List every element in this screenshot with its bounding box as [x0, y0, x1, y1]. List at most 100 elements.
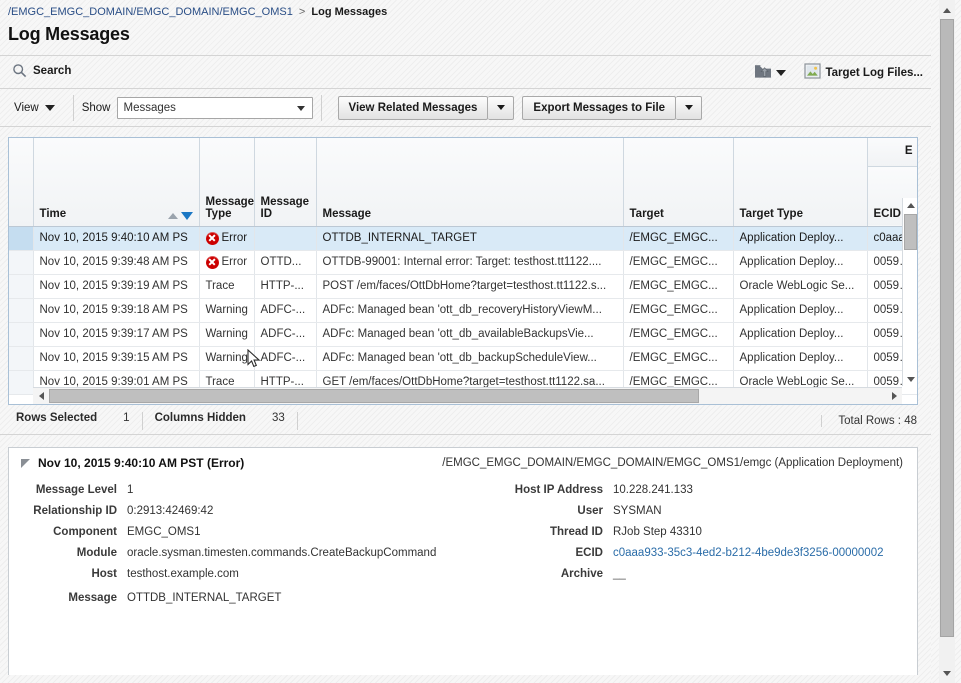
view-related-messages-button[interactable]: View Related Messages: [337, 95, 489, 120]
cell-message-id: ADFC-...: [254, 322, 317, 347]
message-type-label: Error: [221, 256, 248, 268]
show-label: Show: [81, 101, 111, 114]
cell-message: POST /em/faces/OttDbHome?target=testhost…: [316, 274, 624, 299]
column-header-message[interactable]: Message: [316, 138, 624, 227]
field-label-message: Message: [68, 592, 117, 604]
target-log-files-button[interactable]: Target Log Files...: [802, 61, 925, 84]
message-type-content: Error: [205, 231, 248, 245]
scroll-left-icon[interactable]: [33, 388, 49, 405]
search-toggle[interactable]: Search: [12, 63, 71, 78]
row-select-cell[interactable]: [9, 370, 34, 395]
export-messages-dropdown[interactable]: [676, 95, 703, 120]
scroll-down-icon[interactable]: [903, 372, 917, 386]
chevron-down-icon: [296, 105, 305, 111]
column-header-target-type[interactable]: Target Type: [733, 138, 868, 227]
field-value-module: oracle.sysman.timesten.commands.CreateBa…: [127, 547, 437, 559]
cell-target-type: Application Deploy...: [733, 322, 868, 347]
message-type-label: Error: [221, 232, 248, 244]
horizontal-scroll-track[interactable]: [49, 388, 886, 405]
cell-message-type: Error: [199, 250, 255, 275]
chevron-down-icon[interactable]: [776, 69, 787, 76]
table-row[interactable]: Nov 10, 2015 9:40:10 AM PS Error OTTDB_INT…: [9, 226, 917, 251]
cell-target-type: Application Deploy...: [733, 250, 868, 275]
horizontal-scroll-thumb[interactable]: [49, 388, 699, 403]
cell-message-type: Error: [199, 226, 255, 251]
field-label-relationship-id: Relationship ID: [33, 505, 117, 517]
scroll-right-icon[interactable]: [886, 388, 902, 405]
row-select-cell[interactable]: [9, 346, 34, 371]
action-row: Search Target Log Files...: [0, 55, 931, 89]
message-detail-title: Nov 10, 2015 9:40:10 AM PST (Error): [38, 456, 245, 470]
row-select-cell[interactable]: [9, 226, 34, 251]
field-label-host-ip-address: Host IP Address: [514, 484, 603, 496]
scroll-down-icon[interactable]: [939, 665, 955, 681]
sort-ascending-icon[interactable]: [167, 212, 178, 219]
cell-time: Nov 10, 2015 9:39:18 AM PS: [33, 298, 200, 323]
cell-message: ADFc: Managed bean 'ott_db_recoveryHisto…: [316, 298, 624, 323]
table-vertical-scrollbar[interactable]: [902, 198, 917, 386]
search-icon: [12, 63, 27, 78]
row-select-header: [9, 138, 34, 227]
field-value-component: EMGC_OMS1: [127, 526, 201, 538]
field-value-user: SYSMAN: [613, 505, 662, 517]
cell-message-type: Warning: [199, 346, 255, 371]
row-select-cell[interactable]: [9, 298, 34, 323]
column-header-time[interactable]: Time: [33, 138, 200, 227]
message-detail-header: Nov 10, 2015 9:40:10 AM PST (Error) /EMG…: [9, 448, 917, 476]
page-root: /EMGC_EMGC_DOMAIN/EMGC_DOMAIN/EMGC_OMS1 …: [0, 0, 931, 683]
field-value-thread-id: RJob Step 43310: [613, 526, 702, 538]
sort-descending-icon[interactable]: [180, 211, 193, 220]
page-scrollbar[interactable]: [931, 0, 961, 683]
table-row[interactable]: Nov 10, 2015 9:39:17 AM PS Warning ADFC-..…: [9, 322, 917, 347]
columns-hidden-status: Columns Hidden 33: [143, 411, 298, 430]
error-icon: [205, 255, 219, 269]
column-header-target[interactable]: Target: [623, 138, 734, 227]
toolbar-divider-2: [320, 94, 322, 121]
field-value-relationship-id: 0:2913:42469:42: [127, 505, 214, 517]
cell-message-type: Warning: [199, 298, 255, 323]
scroll-up-icon[interactable]: [939, 2, 955, 18]
breadcrumb-path-link[interactable]: /EMGC_EMGC_DOMAIN/EMGC_DOMAIN/EMGC_OMS1: [8, 6, 293, 18]
search-label: Search: [33, 64, 72, 77]
field-value-ecid[interactable]: c0aaa933-35c3-4ed2-b212-4be9de3f3256-000…: [613, 547, 917, 559]
view-menu-label: View: [14, 101, 39, 114]
columns-hidden-label: Columns Hidden: [154, 411, 246, 424]
row-select-cell[interactable]: [9, 274, 34, 299]
cell-target-type: Oracle WebLogic Se...: [733, 274, 868, 299]
breadcrumb-current: Log Messages: [311, 6, 388, 18]
table-row[interactable]: Nov 10, 2015 9:39:48 AM PS Error OTTD... OT…: [9, 250, 917, 275]
row-select-cell[interactable]: [9, 250, 34, 275]
table-horizontal-scrollbar[interactable]: [33, 387, 902, 404]
cell-time: Nov 10, 2015 9:39:15 AM PS: [33, 346, 200, 371]
table-row[interactable]: Nov 10, 2015 9:39:15 AM PS Warning ADFC-..…: [9, 346, 917, 371]
target-log-files-label: Target Log Files...: [825, 66, 923, 79]
chevron-down-icon: [44, 104, 55, 111]
cell-target-type: Application Deploy...: [733, 346, 868, 371]
cell-target: /EMGC_EMGC...: [623, 226, 734, 251]
cell-target: /EMGC_EMGC...: [623, 250, 734, 275]
toolbar-divider: [72, 94, 74, 121]
view-menu-button[interactable]: View: [10, 99, 65, 117]
field-label-thread-id: Thread ID: [549, 526, 603, 538]
sort-controls[interactable]: [167, 211, 193, 220]
cell-target: /EMGC_EMGC...: [623, 322, 734, 347]
view-related-messages-dropdown[interactable]: [488, 95, 515, 120]
show-select[interactable]: Messages: [116, 96, 313, 119]
disclosure-triangle-icon[interactable]: [21, 458, 30, 468]
cell-message: ADFc: Managed bean 'ott_db_availableBack…: [316, 322, 624, 347]
cell-message-id: ADFC-...: [254, 298, 317, 323]
column-header-message-type[interactable]: Message Type: [199, 138, 255, 227]
row-select-cell[interactable]: [9, 322, 34, 347]
export-upload-button[interactable]: [752, 61, 788, 84]
table-row[interactable]: Nov 10, 2015 9:39:18 AM PS Warning ADFC-..…: [9, 298, 917, 323]
message-detail-target: /EMGC_EMGC_DOMAIN/EMGC_DOMAIN/EMGC_OMS1/…: [442, 457, 903, 469]
scroll-up-icon[interactable]: [903, 198, 917, 212]
cell-target-type: Application Deploy...: [733, 298, 868, 323]
export-messages-button[interactable]: Export Messages to File: [522, 95, 677, 120]
vertical-scroll-thumb[interactable]: [904, 214, 917, 250]
message-type-label: Trace: [205, 280, 235, 292]
table-row[interactable]: Nov 10, 2015 9:39:19 AM PS Trace HTTP-... P…: [9, 274, 917, 299]
cell-target: /EMGC_EMGC...: [623, 298, 734, 323]
page-scroll-thumb[interactable]: [940, 19, 954, 637]
column-header-message-id[interactable]: Message ID: [254, 138, 317, 227]
